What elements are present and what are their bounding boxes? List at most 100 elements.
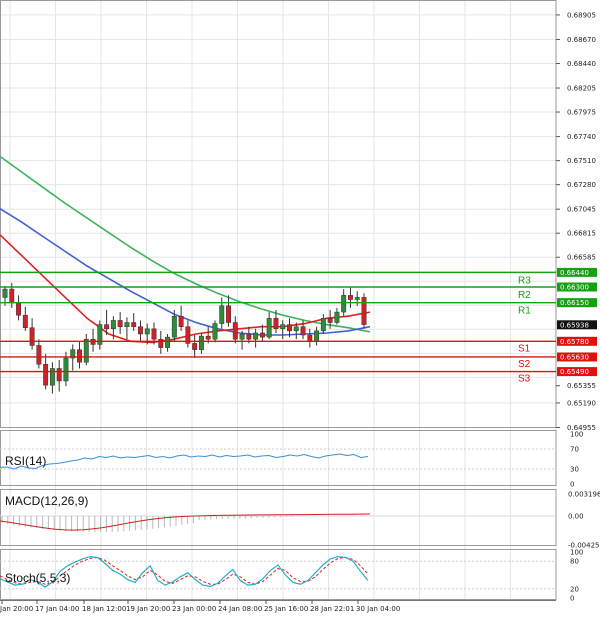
level-label-r1: R1 xyxy=(518,306,531,317)
candle-body xyxy=(56,368,62,382)
price-tick-label: 0.68205 xyxy=(567,85,596,93)
candle-body xyxy=(314,330,320,342)
price-tick-label: 0.68670 xyxy=(567,36,596,44)
price-tick-label: 0.67510 xyxy=(567,157,596,165)
level-price-label: 0.65780 xyxy=(560,338,589,346)
candle-body xyxy=(165,336,171,348)
candle-body xyxy=(334,311,340,323)
candle-body xyxy=(212,323,218,340)
panel-frame xyxy=(0,0,557,428)
candle-body xyxy=(117,320,123,327)
candle-body xyxy=(43,364,49,386)
stoch-tick-label: 100 xyxy=(570,549,583,557)
time-tick-label: 24 Jan 08:00 xyxy=(218,605,262,613)
stoch-label: Stoch(5,5,3) xyxy=(5,571,70,585)
candle-body xyxy=(9,288,15,303)
price-tick-label: 0.66815 xyxy=(567,230,596,238)
chart-canvas: R3 0.66440 R2 0.66300 R1 0.66150 S1 0.65780 S2 0.… xyxy=(0,0,600,620)
candle-body xyxy=(178,315,184,327)
level-label-r3: R3 xyxy=(518,275,531,286)
candle-body xyxy=(158,338,164,348)
price-tick-label: 0.65190 xyxy=(567,399,596,407)
price-tick-label: 0.67045 xyxy=(567,206,596,214)
candle-body xyxy=(293,326,299,332)
candle-body xyxy=(259,332,265,338)
macd-tick-label: 0.00 xyxy=(568,513,584,521)
price-tick-label: 0.67280 xyxy=(567,181,596,189)
candle-body xyxy=(110,320,116,330)
candle-body xyxy=(327,318,333,323)
chart-root: R3 0.66440 R2 0.66300 R1 0.66150 S1 0.65780 S2 0.… xyxy=(0,0,600,620)
level-price-label: 0.65630 xyxy=(560,353,589,361)
candle-body xyxy=(144,328,150,335)
candle-body xyxy=(246,333,252,340)
level-label-s3: S3 xyxy=(518,374,531,385)
rsi-panel: 100 70 30 0 xyxy=(0,431,583,489)
candle-body xyxy=(22,314,28,328)
price-tick-label: 0.68905 xyxy=(567,11,596,19)
rsi-tick-label: 30 xyxy=(570,466,579,474)
candle-body xyxy=(348,295,353,300)
time-tick-label: 23 Jan 00:00 xyxy=(172,605,216,613)
stoch-panel: 10080 20 0 xyxy=(0,549,583,603)
rsi-tick-label: 100 xyxy=(570,431,583,439)
candle-body xyxy=(239,333,245,340)
rsi-tick-label: 70 xyxy=(570,446,579,454)
time-tick-label: 28 Jan 22:01 xyxy=(310,605,354,613)
candle-body xyxy=(77,349,82,363)
time-tick-label: 19 Jan 20:00 xyxy=(126,605,170,613)
stoch-tick-label: 20 xyxy=(570,585,579,593)
candle-body xyxy=(151,328,157,340)
stoch-tick-label: 0 xyxy=(570,595,574,603)
rsi-tick-label: 0 xyxy=(570,481,574,489)
current-price-label: 0.65938 xyxy=(560,321,589,329)
candle-body xyxy=(320,318,326,332)
candle-body xyxy=(287,324,292,332)
candle-body xyxy=(300,326,306,336)
candle-body xyxy=(307,334,313,342)
candle-body xyxy=(354,297,360,300)
candle-body xyxy=(2,288,8,298)
level-price-label: 0.65490 xyxy=(560,368,589,376)
level-price-label: 0.66440 xyxy=(560,269,589,277)
price-tick-label: 0.65355 xyxy=(567,382,596,390)
candle-body xyxy=(198,335,204,350)
candle-body xyxy=(16,302,21,316)
candle-body xyxy=(63,357,69,382)
time-tick-label: 18 Jan 12:00 xyxy=(82,605,126,613)
price-tick-label: 0.66585 xyxy=(567,254,596,262)
level-label-r2: R2 xyxy=(518,290,531,301)
candle-body xyxy=(171,315,177,338)
candle-body xyxy=(131,322,137,327)
macd-tick-label: 0.003196 xyxy=(568,491,600,499)
candle-body xyxy=(226,305,231,323)
pivot-levels: R3 0.66440 R2 0.66300 R1 0.66150 S1 0.65780 S2 0.… xyxy=(0,267,597,385)
candle-body xyxy=(36,345,42,365)
candle-body xyxy=(124,322,130,327)
candle-body xyxy=(138,326,143,335)
level-label-s1: S1 xyxy=(518,343,531,354)
candle-body xyxy=(83,338,89,363)
rsi-label: RSI(14) xyxy=(5,454,46,468)
time-tick-label: 25 Jan 16:00 xyxy=(264,605,308,613)
time-tick-label: 30 Jan 04:00 xyxy=(356,605,400,613)
price-tick-label: 0.67740 xyxy=(567,133,596,141)
stoch-tick-label: 80 xyxy=(570,558,579,566)
level-price-label: 0.66300 xyxy=(560,284,589,292)
candle-body xyxy=(104,324,110,330)
candle-body xyxy=(192,343,198,350)
candle-body xyxy=(219,305,225,324)
candle-body xyxy=(253,332,259,340)
candle-body xyxy=(273,318,279,330)
candle-body xyxy=(266,318,272,338)
time-tick-label: 17 Jan 04:00 xyxy=(35,605,79,613)
grid xyxy=(0,0,557,600)
level-price-label: 0.66150 xyxy=(560,299,589,307)
candle-body xyxy=(341,295,347,313)
macd-label: MACD(12,26,9) xyxy=(5,494,88,508)
candle-body xyxy=(232,322,238,340)
level-label-s2: S2 xyxy=(518,359,531,370)
candle-body xyxy=(29,327,35,346)
candle-body xyxy=(361,297,367,325)
price-tick-label: 0.67975 xyxy=(567,109,596,117)
